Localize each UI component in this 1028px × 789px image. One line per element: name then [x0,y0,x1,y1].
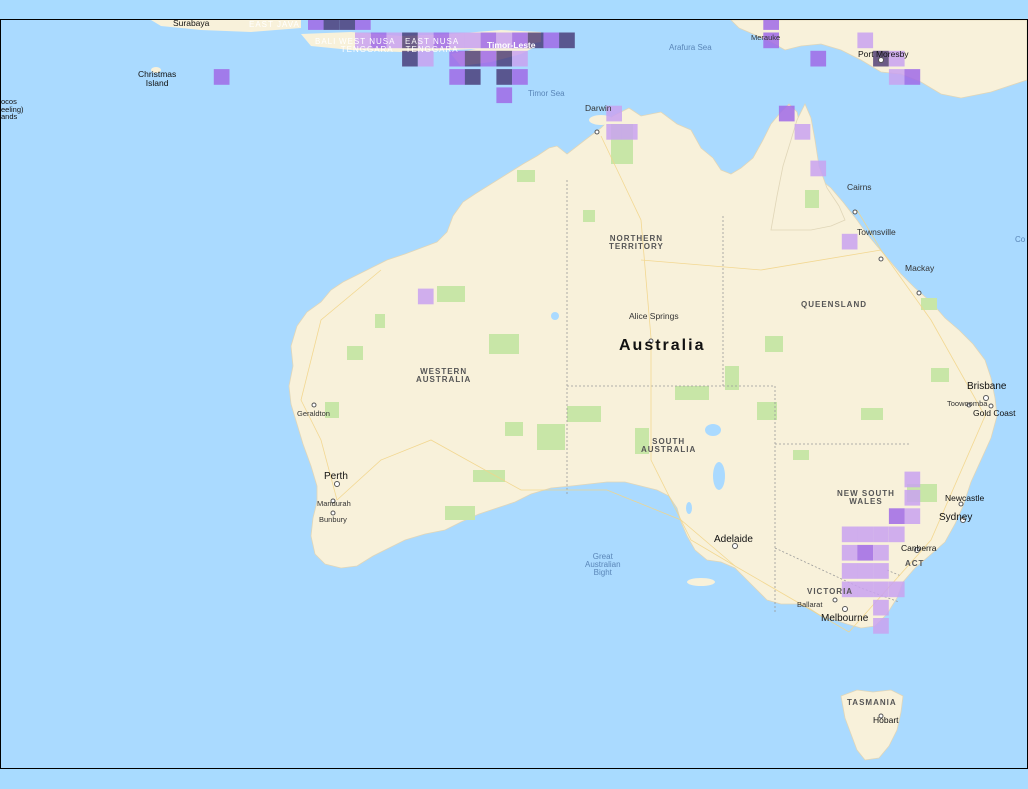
sea-label-arafura: Arafura Sea [669,43,712,52]
occurrence-cell[interactable] [904,489,921,506]
sea-label-bight: Great Australian Bight [585,552,621,577]
occurrence-cell[interactable] [904,508,921,524]
city-label-timor-leste: Timor-Leste [487,40,536,50]
occurrence-cell[interactable] [794,124,811,140]
occurrence-cell[interactable] [543,32,560,49]
city-label-geraldton: Geraldton [297,409,330,418]
occurrence-cell[interactable] [873,544,889,561]
map-frame[interactable]: Australia NORTHERN TERRITORY WESTERN AUS… [0,19,1028,769]
kangaroo-island [687,578,715,586]
occurrence-cell[interactable] [873,599,889,616]
occurrence-cell[interactable] [841,563,858,579]
state-label-act: ACT [905,559,925,568]
occurrence-cell[interactable] [323,20,340,30]
occurrence-cell[interactable] [339,20,356,30]
city-label-merauke: Merauke [751,33,781,42]
state-label-nsw: NEW SOUTH WALES [837,489,895,506]
occurrence-cell[interactable] [904,69,921,85]
occurrence-cell[interactable] [873,618,889,634]
city-label-adelaide: Adelaide [714,534,753,545]
city-label-mackay: Mackay [905,263,935,273]
occurrence-cell[interactable] [873,563,889,579]
sea-label-coral-edge: Co [1015,235,1026,244]
occurrence-cell[interactable] [496,69,513,85]
country-label-australia: Australia [619,337,706,354]
occurrence-cell[interactable] [496,50,513,67]
occurrence-cell[interactable] [606,124,622,140]
occurrence-cell[interactable] [888,508,905,524]
occurrence-cell[interactable] [888,69,905,85]
occurrence-cell[interactable] [512,69,528,85]
state-label-vic: VICTORIA [807,587,854,596]
occurrence-cell[interactable] [464,69,481,85]
occurrence-cell[interactable] [857,544,874,561]
state-label-wa: WESTERN AUSTRALIA [416,367,472,384]
city-label-brisbane: Brisbane [967,381,1007,392]
occurrence-cell[interactable] [857,32,874,49]
occurrence-cell[interactable] [810,160,827,177]
occurrence-cell[interactable] [841,233,858,250]
state-label-nt: NORTHERN TERRITORY [609,234,664,251]
region-label-bali: BALI [315,37,337,46]
city-label-surabaya: Surabaya [173,19,210,28]
occurrence-cell[interactable] [857,563,874,579]
occurrence-cell[interactable] [810,50,827,67]
occurrence-cell[interactable] [213,69,230,85]
occurrence-cell[interactable] [873,526,889,543]
occurrence-cell[interactable] [417,288,434,305]
city-label-perth: Perth [324,471,348,482]
occurrence-cell[interactable] [464,50,481,67]
sea-label-timor: Timor Sea [528,89,565,98]
city-label-cairns: Cairns [847,182,872,192]
city-label-port-moresby: Port Moresby [858,49,909,59]
city-label-newcastle: Newcastle [945,493,985,503]
occurrence-cell[interactable] [449,69,465,85]
occurrence-cell[interactable] [355,20,371,30]
occurrence-cell[interactable] [841,526,858,543]
occurrence-cell[interactable] [512,50,528,67]
city-label-gold-coast: Gold Coast [973,408,1016,418]
city-label-cocos: ocos eeling) ands [1,97,24,121]
city-label-hobart: Hobart [873,715,899,725]
occurrence-cell[interactable] [888,526,905,543]
occurrence-cell[interactable] [778,105,795,122]
occurrence-cell[interactable] [857,581,874,598]
occurrence-cell[interactable] [621,124,638,140]
occurrence-cell[interactable] [480,50,497,67]
state-label-sa: SOUTH AUSTRALIA [641,437,697,454]
state-label-qld: QUEENSLAND [801,300,868,309]
city-label-ballarat: Ballarat [797,600,823,609]
city-label-christmas-island: Christmas Island [138,69,177,88]
city-label-sydney: Sydney [939,512,973,523]
occurrence-cell[interactable] [888,581,905,598]
state-label-tas: TASMANIA [847,698,897,707]
city-label-melbourne: Melbourne [821,613,869,624]
city-label-darwin: Darwin [585,103,612,113]
occurrence-cell[interactable] [763,20,779,30]
city-label-mandurah: Mandurah [317,499,351,508]
occurrence-cell[interactable] [464,32,481,49]
occurrence-cell[interactable] [873,581,889,598]
map-canvas[interactable] [1,20,1027,768]
occurrence-cell[interactable] [904,471,921,488]
occurrence-cell[interactable] [841,544,858,561]
city-label-bunbury: Bunbury [319,515,347,524]
city-label-alice-springs: Alice Springs [629,311,679,321]
city-label-toowoomba: Toowoomba [947,399,988,408]
region-label-west-nusa: WEST NUSA TENGGARA [339,37,396,54]
region-label-east-java: EAST JAVA [249,20,300,29]
occurrence-cell[interactable] [496,87,513,104]
city-label-townsville: Townsville [857,227,896,237]
occurrence-cell[interactable] [308,20,324,30]
city-label-canberra: Canberra [901,543,937,553]
occurrence-cell[interactable] [559,32,575,49]
occurrence-cell[interactable] [857,526,874,543]
region-label-east-nusa: EAST NUSA TENGGARA [405,37,460,54]
